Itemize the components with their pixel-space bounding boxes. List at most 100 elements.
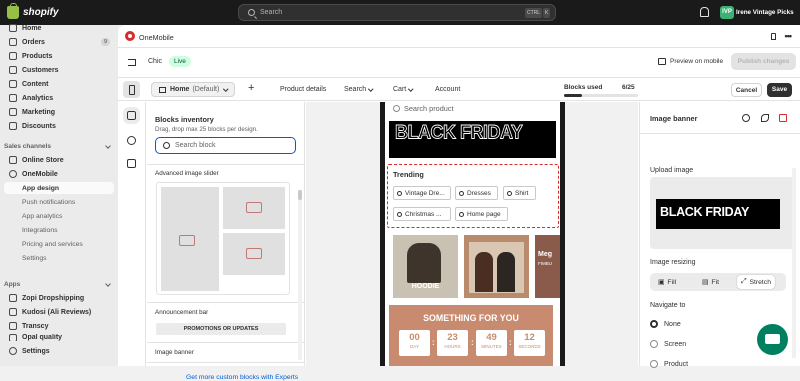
app-header: OneMobile •••: [118, 25, 800, 48]
navigate-screen-radio[interactable]: Screen: [650, 340, 686, 348]
search-icon: [163, 142, 170, 149]
nav-app-opal[interactable]: Opal quality: [0, 334, 118, 341]
search-icon: [393, 105, 400, 112]
more-blocks-link[interactable]: Get more custom blocks with Experts: [186, 374, 298, 381]
marketing-icon: [9, 108, 17, 116]
mobile-icon[interactable]: [123, 107, 140, 124]
product-image: [407, 243, 441, 283]
store-name[interactable]: Irene Vintage Picks: [736, 9, 794, 16]
pin-icon[interactable]: [771, 33, 776, 40]
cancel-button[interactable]: Cancel: [731, 83, 762, 97]
nav-marketing[interactable]: Marketing: [0, 106, 118, 118]
image-banner-block[interactable]: BLACK FRIDAY: [389, 121, 556, 158]
onemobile-icon: [9, 170, 17, 178]
nav-integrations[interactable]: Integrations: [0, 224, 118, 236]
block-search-input[interactable]: Search block: [155, 137, 296, 154]
product-card[interactable]: HOODIE: [393, 235, 458, 298]
chevron-right-icon[interactable]: [105, 281, 111, 287]
design-toolbar: Chic Live Preview on mobile Publish chan…: [118, 48, 800, 76]
countdown-separator: :: [471, 338, 474, 347]
add-page-button[interactable]: +: [248, 82, 254, 94]
nav-app-analytics[interactable]: App analytics: [0, 210, 118, 222]
admin-topbar: shopify Search CTRL K IVP Irene Vintage …: [0, 0, 800, 25]
resize-fill-option[interactable]: ▣ Fill: [654, 275, 680, 289]
store-avatar[interactable]: IVP: [720, 6, 734, 19]
shortcut-key-k: K: [543, 8, 551, 18]
exit-icon[interactable]: [128, 59, 136, 66]
navigate-none-radio[interactable]: None: [650, 320, 681, 328]
nav-analytics[interactable]: Analytics: [0, 92, 118, 104]
trending-chip[interactable]: Home page: [455, 207, 508, 221]
nav-pricing[interactable]: Pricing and services: [0, 238, 118, 250]
nav-app-transcy[interactable]: Transcy: [0, 320, 118, 332]
block-announcement-bar[interactable]: PROMOTIONS OR UPDATES: [156, 323, 286, 335]
inventory-scrollbar-thumb[interactable]: [298, 190, 302, 200]
navigate-product-radio[interactable]: Product: [650, 360, 688, 368]
history-icon[interactable]: [742, 114, 750, 122]
nav-push-notifications[interactable]: Push notifications: [0, 196, 118, 208]
nav-online-store-label: Online Store: [22, 156, 64, 164]
apps-heading[interactable]: Apps: [4, 281, 20, 288]
trending-chip[interactable]: Dresses: [455, 186, 498, 200]
more-menu-icon[interactable]: •••: [785, 31, 793, 41]
resize-option-label: Stretch: [749, 278, 771, 286]
nav-app-kudosi[interactable]: Kudosi (Ali Reviews): [0, 306, 118, 318]
blocks-used-progress: [564, 94, 638, 97]
chevron-right-icon[interactable]: [105, 143, 111, 149]
sales-channels-heading[interactable]: Sales channels: [4, 143, 51, 150]
products-icon: [9, 52, 17, 60]
tab-product-details[interactable]: Product details: [280, 86, 326, 93]
nav-home[interactable]: Home: [0, 22, 118, 34]
tab-account[interactable]: Account: [435, 86, 460, 93]
upload-image-label: Upload image: [650, 167, 694, 174]
resize-fit-option[interactable]: ▤ Fit: [698, 275, 723, 289]
preview-on-mobile-button[interactable]: Preview on mobile: [658, 58, 723, 65]
countdown-unit: DAY: [410, 344, 419, 349]
search-icon: [397, 211, 402, 217]
nav-discounts[interactable]: Discounts: [0, 120, 118, 132]
nav-online-store[interactable]: Online Store: [0, 154, 118, 166]
nav-onemobile[interactable]: OneMobile: [0, 168, 118, 180]
radio-label: None: [664, 320, 681, 328]
nav-content[interactable]: Content: [0, 78, 118, 90]
resize-stretch-option[interactable]: ⤢ Stretch: [737, 275, 775, 289]
nav-settings-sub[interactable]: Settings: [0, 252, 118, 264]
radio-label: Screen: [664, 340, 687, 348]
trending-chip[interactable]: Christmas ...: [393, 207, 451, 221]
shopify-logo[interactable]: shopify: [7, 3, 59, 19]
nav-customers[interactable]: Customers: [0, 64, 118, 76]
block-advanced-image-slider[interactable]: [156, 182, 290, 295]
trending-chip[interactable]: Vintage Dre...: [393, 186, 451, 200]
tab-cart[interactable]: Cart: [393, 86, 414, 93]
trending-chip[interactable]: Shirt: [503, 186, 536, 200]
product-card[interactable]: Meg FIMBU: [535, 235, 560, 298]
nav-app-design[interactable]: App design: [4, 182, 114, 194]
global-search-placeholder: Search: [260, 9, 283, 16]
chip-label: Dresses: [467, 189, 491, 197]
nav-products[interactable]: Products: [0, 50, 118, 62]
bell-icon[interactable]: [700, 7, 709, 17]
tab-search[interactable]: Search: [344, 86, 374, 93]
upload-image-dropzone[interactable]: BLACK FRIDAY: [650, 177, 796, 249]
nav-app-zopi[interactable]: Zopi Dropshipping: [0, 292, 118, 304]
radio-selected: [650, 320, 658, 328]
gear-icon: [9, 347, 17, 355]
page-select[interactable]: Home (Default): [151, 82, 235, 97]
publish-button[interactable]: Publish changes: [731, 53, 796, 70]
eye-icon[interactable]: [761, 114, 769, 122]
storefront-icon[interactable]: [127, 159, 136, 168]
countdown-separator: :: [432, 338, 435, 347]
inventory-scrollbar[interactable]: [298, 190, 302, 360]
nav-settings[interactable]: Settings: [0, 345, 118, 357]
trash-icon[interactable]: [779, 114, 787, 122]
phone-search-bar[interactable]: Search product: [393, 104, 454, 113]
theme-palette-icon[interactable]: [127, 136, 136, 145]
save-button[interactable]: Save: [767, 83, 792, 97]
chat-support-button[interactable]: [757, 324, 788, 355]
countdown-block[interactable]: SOMETHING FOR YOU 00 DAY : 23 HOURS : 49 MI…: [389, 305, 553, 366]
nav-orders[interactable]: Orders 9: [0, 36, 118, 48]
product-card[interactable]: [464, 235, 529, 298]
mobile-device-button[interactable]: [123, 81, 140, 98]
global-search[interactable]: Search CTRL K: [238, 4, 556, 21]
settings-scrollbar[interactable]: [792, 168, 796, 358]
